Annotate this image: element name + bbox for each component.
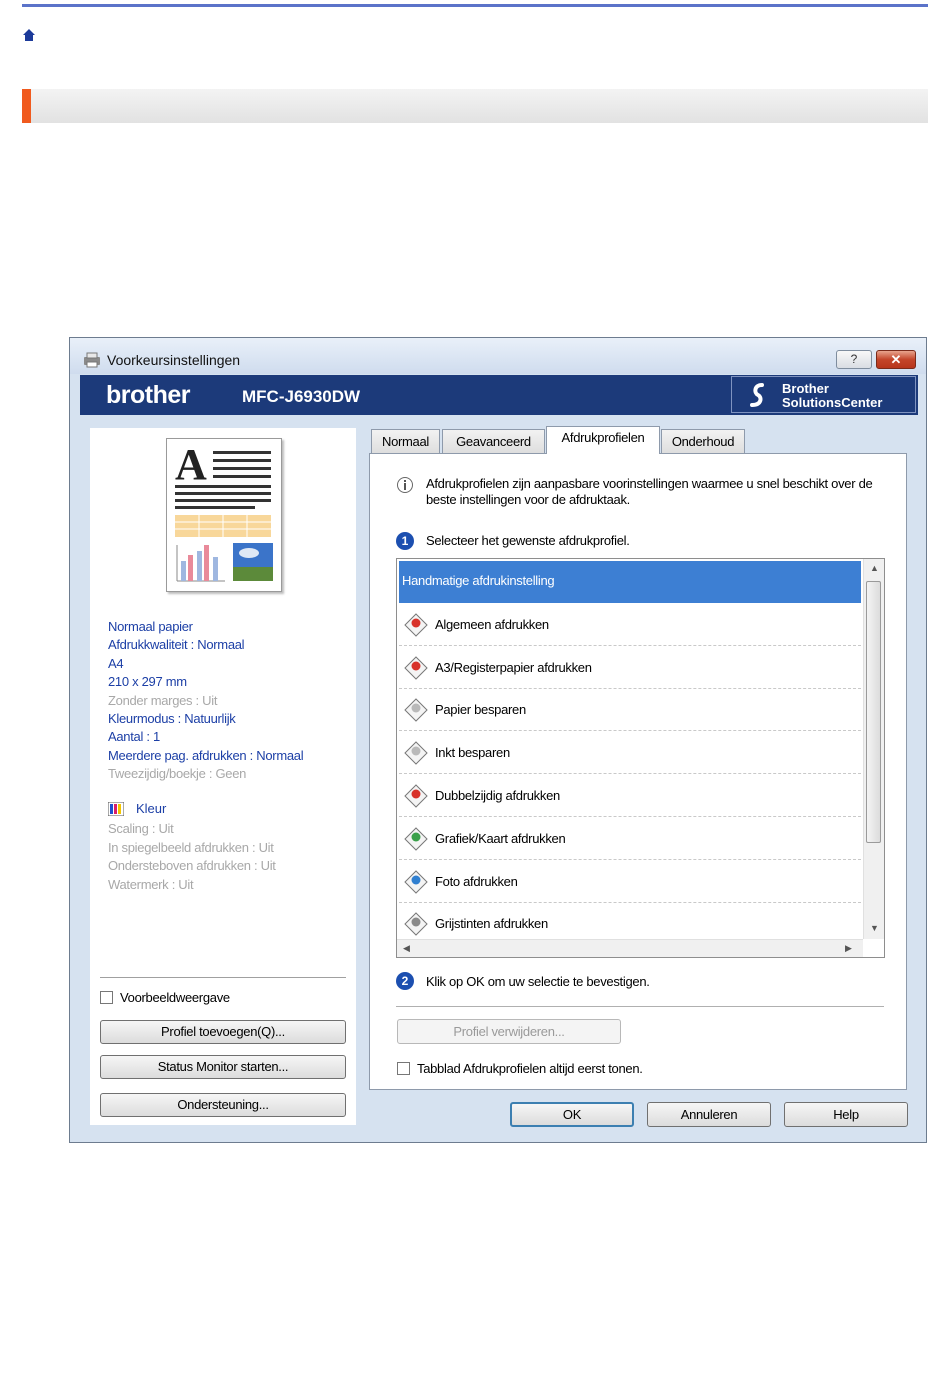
- section-accent: [22, 89, 31, 123]
- solutions-center-button[interactable]: Brother SolutionsCenter: [731, 376, 916, 413]
- profile-item-label: Grafiek/Kaart afdrukken: [435, 830, 566, 846]
- profile-item-label: Grijstinten afdrukken: [435, 916, 548, 932]
- summary-line: Aantal : 1: [108, 729, 160, 745]
- tab-normaal[interactable]: Normaal: [371, 429, 440, 453]
- step-2-icon: 2: [396, 972, 414, 990]
- profile-icon: [404, 827, 428, 851]
- summary-line: Normaal papier: [108, 619, 193, 634]
- scroll-right-arrow-icon[interactable]: ▶: [845, 943, 852, 954]
- summary-line: A4: [108, 655, 124, 671]
- summary-line: Kleurmodus : Natuurlijk: [108, 711, 236, 727]
- delete-profile-button[interactable]: Profiel verwijderen...: [397, 1019, 621, 1044]
- left-divider: [100, 977, 346, 978]
- preferences-dialog: Voorkeursinstellingen ? ✕ brother MFC-J6…: [69, 337, 927, 1143]
- profile-item-label: Inkt besparen: [435, 745, 510, 761]
- support-button[interactable]: Ondersteuning...: [100, 1093, 346, 1117]
- summary-line: Scaling : Uit: [108, 821, 174, 836]
- step-1-text: Selecteer het gewenste afdrukprofiel.: [426, 533, 630, 548]
- step-1-icon: 1: [396, 532, 414, 550]
- profile-icon: [404, 869, 428, 894]
- printer-icon: [84, 352, 100, 368]
- svg-text:A: A: [175, 440, 207, 489]
- profile-item[interactable]: A3/Registerpapier afdrukken: [399, 647, 861, 689]
- tab-geavanceerd[interactable]: Geavanceerd: [442, 429, 545, 453]
- summary-line: Zonder marges : Uit: [108, 692, 218, 708]
- dialog-help-button[interactable]: Help: [784, 1102, 908, 1127]
- profile-item-label: Papier besparen: [435, 702, 526, 718]
- profile-item-label: Dubbelzijdig afdrukken: [435, 788, 560, 803]
- color-swatch-icon: [108, 802, 124, 816]
- profile-icon: [404, 698, 428, 723]
- brother-logo: brother: [106, 381, 191, 409]
- page-preview-icon: A: [166, 438, 282, 592]
- profile-item[interactable]: Dubbelzijdig afdrukken: [399, 775, 861, 817]
- tab-afdrukprofielen[interactable]: Afdrukprofielen: [546, 426, 660, 454]
- step-2-text: Klik op OK om uw selectie te bevestigen.: [426, 974, 650, 989]
- close-button[interactable]: ✕: [876, 350, 916, 369]
- scroll-down-arrow-icon[interactable]: ▼: [870, 923, 879, 933]
- right-divider: [396, 1006, 884, 1007]
- preview-checkbox[interactable]: [100, 991, 113, 1004]
- always-show-checkbox[interactable]: [397, 1062, 410, 1075]
- profiles-listbox[interactable]: Handmatige afdrukinstelling Algemeen afdr…: [396, 558, 885, 958]
- settings-summary-extra: Scaling : Uit In spiegelbeeld afdrukken :…: [108, 820, 276, 894]
- summary-line: Ondersteboven afdrukken : Uit: [108, 858, 276, 874]
- status-monitor-button[interactable]: Status Monitor starten...: [100, 1055, 346, 1079]
- profile-item[interactable]: Inkt besparen: [399, 732, 861, 775]
- solutions-center-icon: [750, 383, 764, 407]
- home-icon[interactable]: [22, 28, 36, 42]
- dialog-title: Voorkeursinstellingen: [107, 352, 241, 368]
- always-show-label: Tabblad Afdrukprofielen altijd eerst ton…: [417, 1061, 643, 1076]
- tab-onderhoud[interactable]: Onderhoud: [661, 429, 745, 453]
- profile-item[interactable]: Handmatige afdrukinstelling: [399, 561, 861, 603]
- scroll-up-arrow-icon[interactable]: ▲: [870, 563, 879, 573]
- profile-icon: [404, 784, 428, 808]
- info-icon: [397, 477, 413, 493]
- profile-icon: [404, 741, 428, 765]
- brand-bar: brother MFC-J6930DW Brother SolutionsCen…: [80, 375, 918, 415]
- title-bar: Voorkeursinstellingen ? ✕: [70, 338, 926, 374]
- profile-item-label: Foto afdrukken: [435, 873, 518, 889]
- profile-item[interactable]: Grafiek/Kaart afdrukken: [399, 818, 861, 860]
- color-label: Kleur: [136, 801, 167, 816]
- help-button[interactable]: ?: [836, 350, 872, 369]
- solutions-center-label: Brother SolutionsCenter: [782, 381, 883, 410]
- settings-summary-panel: A Normaal papier Afdrukkwaliteit: Norma…: [90, 428, 356, 1125]
- settings-summary: Normaal papier Afdrukkwaliteit : Normaal A…: [108, 618, 304, 784]
- summary-line: 210 x 297 mm: [108, 674, 187, 690]
- profile-item-label: Algemeen afdrukken: [435, 616, 549, 632]
- profile-item[interactable]: Papier besparen: [399, 689, 861, 732]
- summary-line: Afdrukkwaliteit : Normaal: [108, 637, 245, 653]
- profile-icon: [404, 613, 428, 637]
- profile-item[interactable]: Foto afdrukken: [399, 861, 861, 903]
- ok-button[interactable]: OK: [510, 1102, 634, 1127]
- preview-checkbox-label: Voorbeeldweergave: [120, 990, 230, 1005]
- vertical-scrollbar[interactable]: ▲ ▼: [863, 559, 884, 939]
- cancel-button[interactable]: Annuleren: [647, 1102, 771, 1127]
- profile-item-label: Handmatige afdrukinstelling: [402, 573, 555, 588]
- scroll-left-arrow-icon[interactable]: ◀: [403, 943, 410, 954]
- section-header-bar: [22, 89, 928, 123]
- printer-model: MFC-J6930DW: [242, 387, 361, 406]
- summary-line: Meerdere pag. afdrukken : Normaal: [108, 747, 304, 763]
- scrollbar-thumb[interactable]: [866, 581, 881, 843]
- profile-item-label: A3/Registerpapier afdrukken: [435, 659, 592, 675]
- profile-icon: [404, 655, 428, 680]
- add-profile-button[interactable]: Profiel toevoegen(Q)...: [100, 1020, 346, 1044]
- profiles-tab-panel: Afdrukprofielen zijn aanpasbare voorinst…: [369, 453, 907, 1090]
- profile-item[interactable]: Algemeen afdrukken: [399, 604, 861, 646]
- profile-icon: [404, 912, 428, 937]
- profiles-info-text: Afdrukprofielen zijn aanpasbare voorinst…: [426, 476, 873, 507]
- horizontal-scrollbar[interactable]: ◀ ▶: [397, 939, 863, 957]
- summary-line: In spiegelbeeld afdrukken : Uit: [108, 839, 274, 855]
- top-rule: [22, 4, 928, 7]
- summary-line: Tweezijdig/boekje : Geen: [108, 766, 247, 782]
- summary-line: Watermerk : Uit: [108, 876, 194, 892]
